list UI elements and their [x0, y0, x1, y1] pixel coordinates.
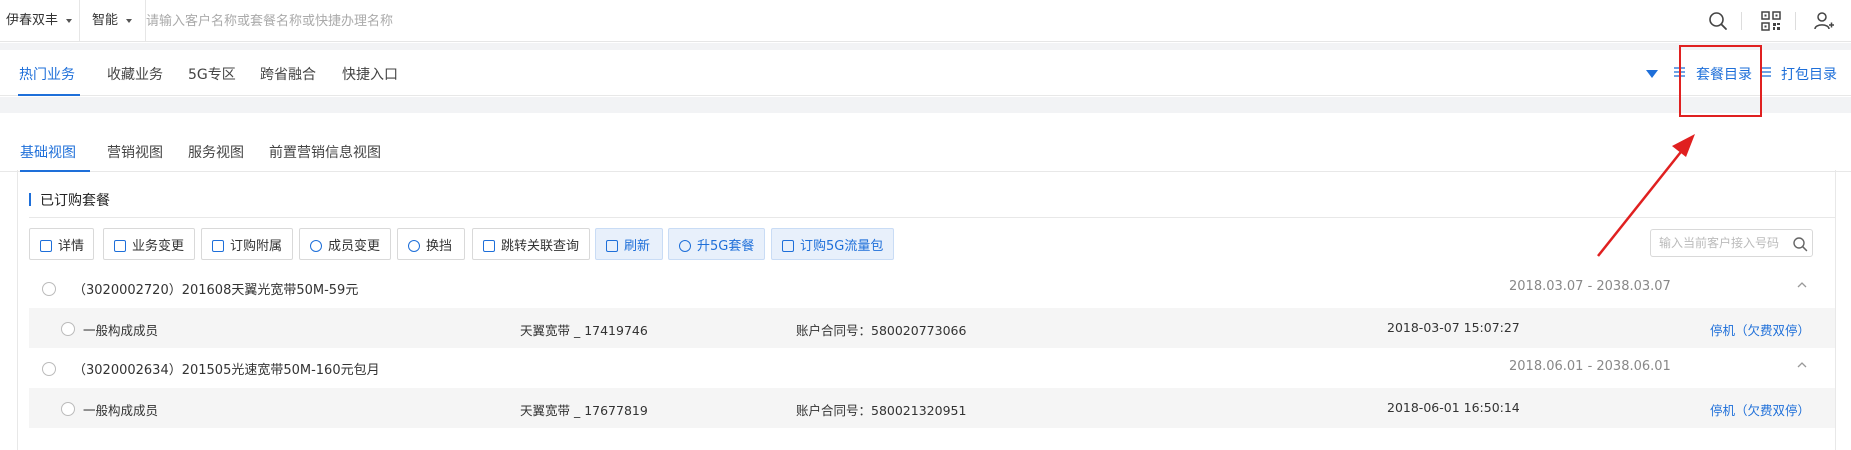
tab-pre-marketing-view[interactable]: 前置营销信息视图	[269, 142, 381, 162]
tab-hot-business[interactable]: 热门业务	[19, 64, 75, 84]
triangle-down-icon[interactable]	[1646, 70, 1658, 78]
chevron-down-icon	[126, 18, 133, 23]
member-row: 一般构成成员 天翼宽带 _ 17677819 账户合同号：58002132095…	[29, 388, 1835, 428]
member-product: 天翼宽带 _ 17419746	[520, 323, 648, 338]
document-icon	[40, 239, 52, 252]
details-button[interactable]: 详情	[29, 228, 94, 260]
tab-cross-province[interactable]: 跨省融合	[260, 64, 316, 84]
rocket-icon	[679, 239, 691, 252]
divider	[1835, 170, 1836, 450]
view-tabs: 基础视图 营销视图 服务视图 前置营销信息视图	[0, 130, 1851, 172]
divider	[17, 170, 18, 450]
upgrade-5g-button[interactable]: 升5G套餐	[668, 228, 765, 260]
refresh-icon	[606, 239, 618, 252]
member-radio[interactable]	[61, 402, 75, 416]
order-addon-button[interactable]: 订购附属	[201, 228, 293, 260]
spacer	[0, 43, 1851, 50]
member-role: 一般构成成员	[83, 403, 159, 418]
customer-number-input[interactable]	[1650, 229, 1813, 257]
bundle-catalog-link[interactable]: 打包目录	[1781, 64, 1837, 84]
button-label: 换挡	[426, 238, 453, 254]
tab-favorite-business[interactable]: 收藏业务	[107, 64, 163, 84]
search-doc-icon	[483, 239, 495, 252]
button-label: 订购5G流量包	[800, 238, 884, 254]
customer-search-input[interactable]	[146, 8, 1646, 34]
member-row: 一般构成成员 天翼宽带 _ 17419746 账户合同号：58002077306…	[29, 308, 1835, 348]
mode-label: 智能	[92, 13, 119, 28]
edit-icon	[114, 239, 126, 252]
button-label: 业务变更	[132, 238, 185, 254]
switch-icon	[408, 239, 420, 252]
package-radio[interactable]	[42, 282, 56, 296]
business-change-button[interactable]: 业务变更	[103, 228, 195, 260]
tab-service-view[interactable]: 服务视图	[188, 142, 244, 162]
region-dropdown[interactable]: 伊春双丰	[0, 0, 80, 42]
member-product: 天翼宽带 _ 17677819	[520, 403, 648, 418]
chevron-down-icon	[66, 18, 73, 23]
order-5g-data-pack-button[interactable]: 订购5G流量包	[771, 228, 894, 260]
divider	[1741, 12, 1742, 30]
tab-quick-entry[interactable]: 快捷入口	[342, 64, 398, 84]
related-query-button[interactable]: 跳转关联查询	[472, 228, 590, 260]
button-label: 成员变更	[328, 238, 381, 254]
business-nav: 热门业务 收藏业务 5G专区 跨省融合 快捷入口 套餐目录 打包目录	[0, 50, 1851, 96]
refresh-button[interactable]: 刷新	[595, 228, 663, 260]
highlight-box	[1679, 45, 1762, 117]
tab-marketing-view[interactable]: 营销视图	[107, 142, 163, 162]
user-icon	[310, 239, 322, 252]
package-name: （3020002720）201608天翼光宽带50M-59元	[73, 283, 359, 298]
package-row[interactable]: （3020002634）201505光速宽带50M-160元包月 2018.06…	[29, 348, 1835, 388]
package-dates: 2018.03.07 - 2038.03.07	[1509, 279, 1671, 294]
divider	[1795, 12, 1796, 30]
search-icon[interactable]	[1707, 10, 1729, 32]
switch-tier-button[interactable]: 换挡	[397, 228, 465, 260]
member-status[interactable]: 停机（欠费双停）	[1710, 400, 1810, 419]
button-label: 详情	[58, 238, 85, 254]
spacer	[0, 97, 1851, 113]
region-label: 伊春双丰	[6, 13, 59, 28]
tab-5g-zone[interactable]: 5G专区	[188, 64, 236, 84]
member-status[interactable]: 停机（欠费双停）	[1710, 320, 1810, 339]
button-label: 升5G套餐	[697, 238, 755, 254]
member-role: 一般构成成员	[83, 323, 159, 338]
database-icon	[782, 239, 794, 252]
package-dates: 2018.06.01 - 2038.06.01	[1509, 359, 1671, 374]
search-icon[interactable]	[1792, 236, 1808, 252]
member-contract: 账户合同号：580020773066	[796, 323, 967, 338]
tab-basic-view[interactable]: 基础视图	[20, 142, 76, 162]
member-time: 2018-03-07 15:07:27	[1387, 320, 1520, 335]
chevron-up-icon[interactable]	[1795, 358, 1809, 372]
package-row[interactable]: （3020002720）201608天翼光宽带50M-59元 2018.03.0…	[29, 268, 1835, 308]
member-change-button[interactable]: 成员变更	[299, 228, 391, 260]
divider	[29, 217, 1835, 218]
member-radio[interactable]	[61, 322, 75, 336]
active-tab-indicator	[18, 94, 80, 96]
active-tab-indicator	[20, 170, 90, 172]
top-search-bar: 伊春双丰 智能	[0, 0, 1851, 42]
qr-code-icon[interactable]	[1760, 10, 1782, 32]
button-label: 跳转关联查询	[501, 238, 580, 254]
package-name: （3020002634）201505光速宽带50M-160元包月	[73, 363, 380, 378]
button-label: 刷新	[624, 238, 651, 254]
section-marker	[29, 193, 31, 206]
member-time: 2018-06-01 16:50:14	[1387, 400, 1520, 415]
form-icon	[212, 239, 224, 252]
add-user-icon[interactable]	[1813, 10, 1835, 32]
mode-dropdown[interactable]: 智能	[86, 0, 146, 42]
section-title: 已订购套餐	[40, 193, 110, 209]
chevron-up-icon[interactable]	[1795, 278, 1809, 292]
button-label: 订购附属	[230, 238, 283, 254]
member-contract: 账户合同号：580021320951	[796, 403, 967, 418]
package-radio[interactable]	[42, 362, 56, 376]
